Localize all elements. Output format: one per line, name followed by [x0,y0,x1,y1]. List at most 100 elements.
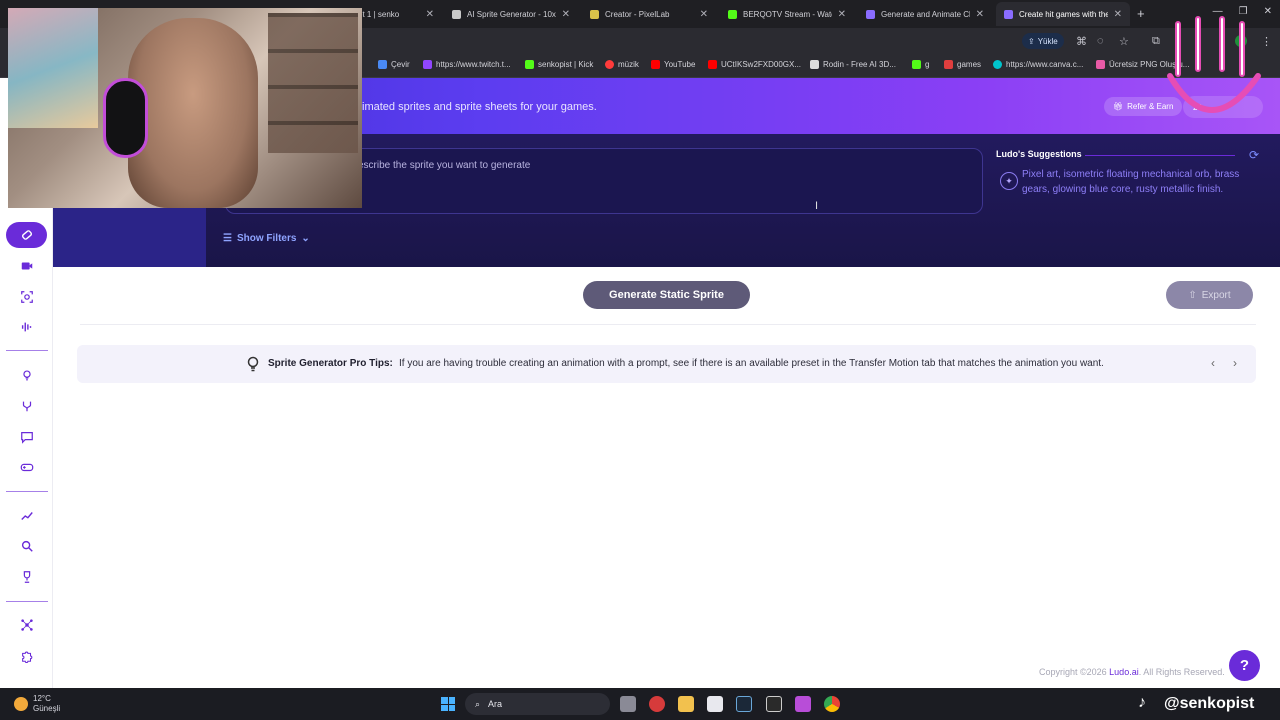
bookmark-label: UCtIKSw2FXD00GX... [721,60,802,69]
sidebar-divider [6,601,48,602]
extensions-icon[interactable]: ⧉ [1152,35,1160,48]
windows-start-icon[interactable] [441,697,455,711]
hero-subtitle: imated sprites and sprite sheets for you… [362,101,597,113]
upload-button[interactable]: ⇪ Yükle [1022,33,1064,49]
browser-tab[interactable]: Creator - PixelLab ✕ [582,2,716,26]
twitch-favicon-icon [423,60,432,69]
bookmark-item[interactable]: games [944,60,981,69]
suggestions-divider [1085,155,1235,156]
gamepad-icon [20,463,33,472]
bookmark-label: senkopist | Kick [538,60,594,69]
panel-tab-highlight [53,208,206,267]
sidebar-video[interactable] [10,253,43,279]
sidebar-sprite-generator[interactable] [6,222,47,248]
translate-icon[interactable]: ⌘ [1076,35,1087,48]
canva-favicon-icon [993,60,1002,69]
browser-tab-active[interactable]: Create hit games with the ✕ [996,2,1130,26]
browser-tab[interactable]: et 1 | senko ✕ [350,2,442,26]
audio-wave-icon [21,322,31,332]
bookmark-item[interactable]: müzik [605,60,639,69]
lightbulb-icon [22,370,31,381]
sidebar-divider [6,350,48,351]
refresh-icon[interactable]: ⟳ [1249,148,1259,162]
wall-poster [8,8,98,128]
browser-tab[interactable]: Generate and Animate Ch ✕ [858,2,992,26]
background-shelf [268,13,358,153]
close-tab-icon[interactable]: ✕ [562,9,570,20]
search-icon: ⌕ [475,698,481,709]
network-icon [20,619,33,631]
suggestion-prompt[interactable]: Pixel art, isometric floating mechanical… [1022,167,1262,197]
twitch-studio-icon[interactable] [795,696,811,712]
bookmark-item[interactable]: Çevir [378,60,410,69]
chevron-right-icon[interactable]: › [1233,356,1237,370]
bookmark-item[interactable]: https://www.twitch.t... [423,60,511,69]
sidebar-trophy[interactable] [10,564,43,590]
prompt-placeholder: escribe the sprite you want to generate [358,160,531,171]
trend-line-icon [20,512,33,520]
sidebar-ideas[interactable] [10,362,43,388]
generate-static-sprite-button[interactable]: Generate Static Sprite [583,281,750,309]
tips-text: If you are having trouble creating an an… [399,358,1104,369]
browser-tab[interactable]: BERQOTV Stream - Watch ✕ [720,2,854,26]
sidebar-branch[interactable] [10,393,43,419]
close-tab-icon[interactable]: ✕ [838,9,846,20]
show-filters-toggle[interactable]: ☰ Show Filters ⌄ [223,233,310,244]
taskbar-search[interactable]: ⌕ Ara [465,693,610,715]
sidebar-chat[interactable] [10,424,43,450]
close-tab-icon[interactable]: ✕ [700,9,708,20]
sidebar-games[interactable] [10,454,43,480]
sidebar-trends[interactable] [10,503,43,529]
epic-games-icon[interactable] [766,696,782,712]
store-icon[interactable] [707,696,723,712]
bookmark-item[interactable]: https://www.canva.c... [993,60,1083,69]
bookmark-item[interactable]: senkopist | Kick [525,60,593,69]
bookmark-item[interactable]: UCtIKSw2FXD00GX... [708,60,801,69]
help-button[interactable]: ? [1229,650,1260,681]
file-explorer-icon[interactable] [678,696,694,712]
brand-link[interactable]: Ludo.ai [1109,667,1139,677]
sidebar-3d[interactable] [10,284,43,310]
bookmark-item[interactable]: g [912,60,929,69]
sidebar-plugins[interactable] [10,643,43,669]
export-button[interactable]: ⇧ Export [1166,281,1253,309]
new-tab-button[interactable]: + [1137,6,1145,21]
taskbar-search-label: Ara [488,699,503,709]
eraser-icon [21,230,32,240]
puzzle-icon [21,651,32,663]
sidebar-audio[interactable] [10,314,43,340]
bookmark-star-icon[interactable]: ☆ [1119,35,1129,48]
browser-tab[interactable]: AI Sprite Generator - 10x ✕ [444,2,578,26]
sidebar-search[interactable] [10,533,43,559]
tab-favicon-icon [728,9,737,19]
tab-label: AI Sprite Generator - 10x [467,9,556,19]
video-camera-icon [21,262,32,270]
fork-icon [22,401,31,412]
eye-off-icon[interactable]: ◌ [1097,35,1104,47]
chrome-icon[interactable] [824,696,840,712]
close-tab-icon[interactable]: ✕ [426,9,434,20]
task-view-icon[interactable] [620,696,636,712]
tab-label: Generate and Animate Ch [881,9,970,19]
tab-label: et 1 | senko [358,9,400,19]
share-icon: ⇧ [1188,289,1197,301]
games-favicon-icon [944,60,953,69]
bookmark-item[interactable]: Rodin - Free AI 3D... [810,60,896,69]
bookmark-label: müzik [618,60,639,69]
close-tab-icon[interactable]: ✕ [1114,9,1122,20]
upload-icon: ⇪ [1028,36,1035,46]
sidebar-divider [6,491,48,492]
tab-favicon-icon [1004,9,1013,19]
bookmark-label: Çevir [391,60,410,69]
kick-favicon-icon [525,60,534,69]
bookmark-item[interactable]: YouTube [651,60,695,69]
sidebar-network[interactable] [10,612,43,638]
kick-favicon-icon [912,60,921,69]
weather-widget[interactable]: 12°C Güneşli [14,694,60,714]
steam-icon[interactable] [736,696,752,712]
close-tab-icon[interactable]: ✕ [976,9,984,20]
youtube-favicon-icon [708,60,717,69]
text-cursor-icon: I [815,200,819,212]
chevron-left-icon[interactable]: ‹ [1211,356,1215,370]
app-icon[interactable] [649,696,665,712]
